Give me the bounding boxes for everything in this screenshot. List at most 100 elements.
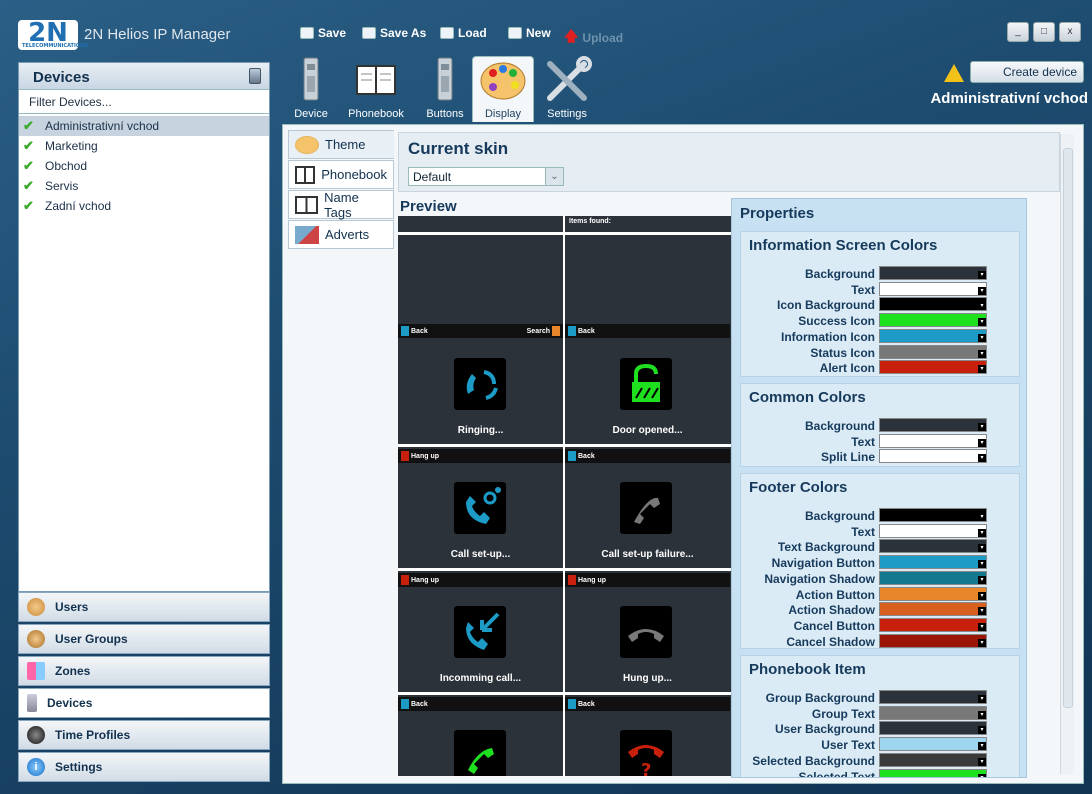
- adverts-icon: [295, 225, 319, 244]
- back-label: Back: [578, 700, 595, 708]
- color-picker[interactable]: ▾: [879, 721, 987, 736]
- upload-button[interactable]: 🡅 Upload: [564, 26, 623, 50]
- split-line: [398, 568, 563, 571]
- color-picker[interactable]: ▾: [879, 449, 987, 464]
- color-picker[interactable]: ▾: [879, 344, 987, 359]
- device-label: Obchod: [45, 159, 88, 173]
- sidetab-phonebook[interactable]: Phonebook: [288, 160, 394, 189]
- color-picker[interactable]: ▾: [879, 418, 987, 432]
- save-as-button[interactable]: Save As: [362, 26, 426, 40]
- device-item[interactable]: ✔ Servis: [19, 176, 269, 196]
- new-button[interactable]: New: [508, 26, 551, 40]
- color-picker[interactable]: ▾: [879, 266, 987, 280]
- color-picker[interactable]: ▾: [879, 768, 987, 777]
- nav-label: Devices: [47, 696, 93, 710]
- nav-users[interactable]: Users: [18, 592, 270, 622]
- preview-back-button: Back: [565, 449, 598, 463]
- devices-panel: Devices Filter Devices... ✔ Administrativ…: [18, 62, 270, 592]
- property-label: Information Icon: [781, 329, 875, 344]
- preview-title: Preview: [400, 198, 457, 215]
- tab-phonebook[interactable]: Phonebook: [338, 56, 414, 122]
- dropdown-arrow-icon: ▾: [978, 438, 986, 447]
- tools-icon: [547, 56, 592, 101]
- palette-icon: [480, 62, 526, 100]
- device-item[interactable]: ✔ Marketing: [19, 136, 269, 156]
- color-picker[interactable]: ▾: [879, 586, 987, 601]
- vertical-scrollbar[interactable]: [1060, 134, 1074, 774]
- nav-time-profiles[interactable]: Time Profiles: [18, 720, 270, 750]
- dropdown-arrow-icon: ▾: [978, 318, 986, 327]
- maximize-button[interactable]: □: [1033, 22, 1055, 42]
- preview-hang-up-button: Hang up: [398, 449, 442, 463]
- nav-settings[interactable]: i Settings: [18, 752, 270, 782]
- preview-hang-up-button: Hang up: [398, 573, 442, 587]
- device-item[interactable]: ✔ Zadní vchod: [19, 196, 269, 216]
- dropdown-arrow-icon: ▾: [978, 607, 986, 616]
- check-icon: ✔: [23, 178, 34, 193]
- color-picker[interactable]: ▾: [879, 705, 987, 720]
- app-title: 2N Helios IP Manager: [84, 26, 231, 43]
- color-picker[interactable]: ▾: [879, 360, 987, 375]
- property-group: Phonebook Item Group Background ▾ Group Tex…: [740, 655, 1021, 777]
- color-picker[interactable]: ▾: [879, 539, 987, 554]
- new-label: New: [526, 26, 551, 40]
- sidetab-label: Adverts: [325, 227, 370, 242]
- nav-devices[interactable]: Devices: [18, 688, 270, 718]
- preview-back-button: Back: [565, 324, 598, 338]
- incoming-call-icon: [454, 606, 506, 658]
- color-picker[interactable]: ▾: [879, 523, 987, 538]
- nav-label: Time Profiles: [55, 728, 131, 742]
- device-item[interactable]: ✔ Administrativní vchod: [19, 116, 269, 136]
- footer-bar: Back: [565, 697, 730, 711]
- color-picker[interactable]: ▾: [879, 602, 987, 617]
- device-item[interactable]: ✔ Obchod: [19, 156, 269, 176]
- nav-user-groups[interactable]: User Groups: [18, 624, 270, 654]
- nav-zones[interactable]: Zones: [18, 656, 270, 686]
- property-label: Group Text: [811, 706, 875, 721]
- color-picker[interactable]: ▾: [879, 508, 987, 522]
- color-picker[interactable]: ▾: [879, 297, 987, 312]
- user-groups-icon: [27, 630, 45, 648]
- tab-display[interactable]: Display: [472, 56, 534, 122]
- sidetab-adverts[interactable]: Adverts: [288, 220, 394, 249]
- save-button[interactable]: Save: [300, 26, 346, 40]
- dropdown-arrow-icon: ▾: [978, 560, 986, 569]
- sidetab-name-tags[interactable]: Name Tags: [288, 189, 394, 220]
- color-picker[interactable]: ▾: [879, 313, 987, 328]
- preview-search-button: Search: [524, 324, 563, 338]
- color-picker[interactable]: ▾: [879, 281, 987, 296]
- create-device-button[interactable]: Create device: [970, 61, 1084, 83]
- color-picker[interactable]: ▾: [879, 433, 987, 448]
- load-button[interactable]: Load: [440, 26, 487, 40]
- tab-device[interactable]: Device: [290, 56, 332, 122]
- color-picker[interactable]: ▾: [879, 690, 987, 704]
- add-device-icon[interactable]: [249, 68, 261, 84]
- hang-up-label: Hang up: [411, 452, 439, 460]
- color-picker[interactable]: ▾: [879, 737, 987, 752]
- color-picker[interactable]: ▾: [879, 555, 987, 570]
- tab-label: Buttons: [426, 108, 464, 120]
- color-picker[interactable]: ▾: [879, 328, 987, 343]
- property-group: Common Colors Background ▾ Text ▾ Split Line ▾: [740, 383, 1020, 467]
- tab-settings[interactable]: Settings: [540, 56, 594, 122]
- property-row: Action Shadow ▾: [741, 602, 1021, 617]
- save-label: Save: [318, 26, 347, 40]
- property-row: Cancel Shadow ▾: [741, 633, 1021, 649]
- tab-buttons[interactable]: Buttons: [424, 56, 466, 122]
- minimize-button[interactable]: _: [1007, 22, 1029, 42]
- device-label: Servis: [45, 179, 79, 193]
- close-button[interactable]: x: [1059, 22, 1081, 42]
- property-row: Selected Background ▾: [741, 752, 1021, 768]
- color-picker[interactable]: ▾: [879, 633, 987, 648]
- dropdown-arrow-icon: ▾: [978, 695, 986, 703]
- property-label: Alert Icon: [819, 361, 875, 376]
- dropdown-arrow-icon: ▾: [978, 333, 986, 342]
- color-picker[interactable]: ▾: [879, 570, 987, 585]
- sidetab-label: Name Tags: [324, 189, 359, 220]
- scrollbar-thumb[interactable]: [1063, 148, 1073, 708]
- color-picker[interactable]: ▾: [879, 617, 987, 632]
- sidetab-theme[interactable]: Theme: [288, 130, 394, 159]
- skin-select[interactable]: Default ⌄: [408, 167, 564, 186]
- filter-devices-input[interactable]: Filter Devices...: [19, 90, 269, 114]
- color-picker[interactable]: ▾: [879, 752, 987, 767]
